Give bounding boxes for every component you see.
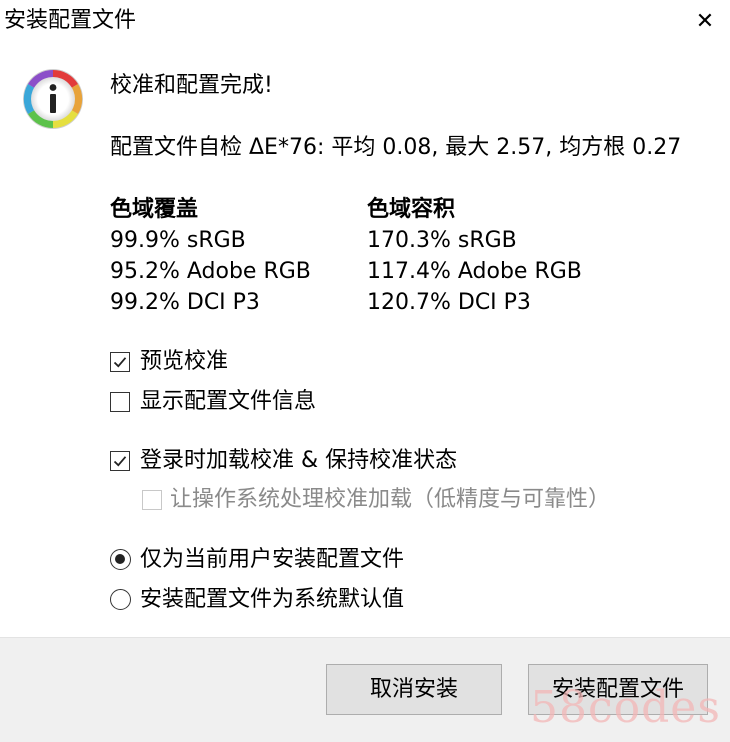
completion-message: 校准和配置完成! [110,73,273,98]
gamut-coverage-heading: 色域覆盖 [110,197,199,222]
volume-srgb: 170.3% sRGB [367,228,517,253]
title-bar: 安装配置文件 ✕ [0,0,730,44]
load-on-login-checkbox[interactable] [110,451,130,471]
coverage-adobe-rgb: 95.2% Adobe RGB [110,259,311,284]
preview-calibration-checkbox[interactable] [110,352,130,372]
cancel-install-button[interactable]: 取消安装 [326,664,502,715]
install-current-user-radio[interactable] [110,549,131,570]
radio-selected-dot [115,554,125,564]
install-system-default-radio[interactable] [110,589,131,610]
install-profile-button[interactable]: 安装配置文件 [528,664,708,715]
os-calibration-loading-checkbox [142,490,162,510]
info-icon [23,69,83,129]
window-title: 安装配置文件 [4,8,137,33]
coverage-dci-p3: 99.2% DCI P3 [110,290,260,315]
gamut-volume-heading: 色域容积 [367,197,456,222]
show-profile-info-checkbox[interactable] [110,392,130,412]
volume-dci-p3: 120.7% DCI P3 [367,290,531,315]
load-on-login-label[interactable]: 登录时加载校准 & 保持校准状态 [140,447,457,475]
coverage-srgb: 99.9% sRGB [110,228,246,253]
preview-calibration-label[interactable]: 预览校准 [140,348,228,376]
show-profile-info-label[interactable]: 显示配置文件信息 [140,388,316,416]
checkmark-icon [113,357,127,368]
os-calibration-loading-label: 让操作系统处理校准加载（低精度与可靠性） [170,487,611,512]
install-current-user-label[interactable]: 仅为当前用户安装配置文件 [140,546,404,574]
checkmark-icon [113,456,127,467]
close-icon[interactable]: ✕ [680,0,730,44]
self-check-summary: 配置文件自检 ΔE*76: 平均 0.08, 最大 2.57, 均方根 0.27 [110,135,682,160]
install-system-default-label[interactable]: 安装配置文件为系统默认值 [140,586,404,614]
volume-adobe-rgb: 117.4% Adobe RGB [367,259,582,284]
